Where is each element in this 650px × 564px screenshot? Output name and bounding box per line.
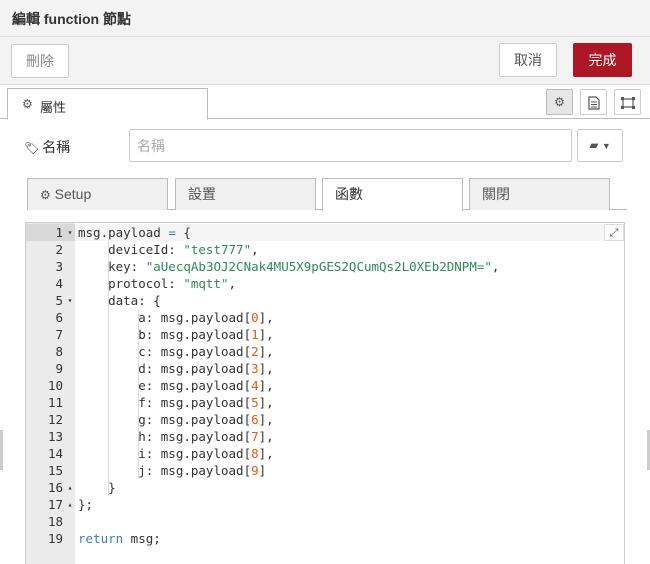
caret-down-icon: ▼ <box>601 141 611 151</box>
code-line: 18 <box>26 513 624 530</box>
description-icon <box>587 96 600 110</box>
code-text: a: msg.payload[0], <box>78 310 274 325</box>
code-line: 11 f: msg.payload[5], <box>26 394 624 411</box>
code-line: 19 return msg; <box>26 530 624 547</box>
tray-tabs: ⚙ 屬性 ⚙ <box>0 85 650 120</box>
name-label-text: 名稱 <box>42 139 71 155</box>
tag-icon: 🏷︎ <box>24 141 40 155</box>
code-text: c: msg.payload[2], <box>78 344 274 359</box>
code-text: return msg; <box>78 531 161 546</box>
code-text: } <box>78 480 116 495</box>
code-line: 5 ▾ data: { <box>26 292 624 309</box>
gear-icon: ⚙ <box>554 95 565 109</box>
code-line: 3 key: "aUecqAb3OJ2CNak4MU5X9pGES2QCumQs… <box>26 258 624 275</box>
gear-icon: ⚙ <box>22 97 33 111</box>
resize-handle-left[interactable] <box>0 430 3 470</box>
code-text: }; <box>78 497 94 512</box>
library-button[interactable]: ▰ ▼ <box>577 129 623 162</box>
line-number: 11 <box>47 395 63 410</box>
line-number: 3 <box>55 259 63 274</box>
code-line: 16 ▴ } <box>26 479 624 496</box>
name-input[interactable] <box>129 129 572 162</box>
tab-properties[interactable]: ⚙ 屬性 <box>7 88 208 120</box>
line-number: 14 <box>47 446 63 461</box>
code-text: b: msg.payload[1], <box>78 327 274 342</box>
code-line: 6 a: msg.payload[0], <box>26 309 624 326</box>
fold-open-icon[interactable]: ▾ <box>65 292 75 309</box>
line-number: 13 <box>47 429 63 444</box>
dialog-header: 編輯 function 節點 <box>0 0 650 37</box>
line-number: 5 <box>55 293 63 308</box>
line-number: 6 <box>55 310 63 325</box>
description-tab-button[interactable] <box>580 89 607 115</box>
appearance-tab-button[interactable] <box>614 89 641 115</box>
code-text: g: msg.payload[6], <box>78 412 274 427</box>
tab-properties-label: 屬性 <box>40 100 67 115</box>
dialog-toolbar: 刪除 取消 完成 <box>0 37 650 85</box>
function-tabs: ⚙ Setup 設置 函數 關閉 <box>27 178 627 211</box>
line-number: 10 <box>47 378 63 393</box>
code-line: 4 protocol: "mqtt", <box>26 275 624 292</box>
line-number: 1 <box>55 225 63 240</box>
tab-function[interactable]: 函數 <box>322 178 463 211</box>
code-line: 14 i: msg.payload[8], <box>26 445 624 462</box>
cancel-button[interactable]: 取消 <box>499 43 557 77</box>
line-number: 9 <box>55 361 63 376</box>
code-text: e: msg.payload[4], <box>78 378 274 393</box>
code-line: 2 deviceId: "test777", <box>26 241 624 258</box>
tab-close[interactable]: 關閉 <box>469 178 610 210</box>
name-form-row: 🏷︎名稱 ▰ ▼ <box>0 128 650 164</box>
name-label: 🏷︎ 名稱 <box>24 137 70 157</box>
dialog-title: 編輯 function 節點 <box>12 11 131 27</box>
code-line: 10 e: msg.payload[4], <box>26 377 624 394</box>
code-editor[interactable]: ⤢ 1 ▾ msg.payload = {2 deviceId: "test777"… <box>25 222 625 564</box>
code-text: key: "aUecqAb3OJ2CNak4MU5X9pGES2QCumQs2L… <box>78 259 500 274</box>
line-number: 2 <box>55 242 63 257</box>
line-number: 19 <box>47 531 63 546</box>
code-text: data: { <box>78 293 161 308</box>
code-text: i: msg.payload[8], <box>78 446 274 461</box>
line-number: 7 <box>55 327 63 342</box>
code-line: 1 ▾ msg.payload = { <box>26 224 624 241</box>
code-line: 9 d: msg.payload[3], <box>26 360 624 377</box>
line-number: 4 <box>55 276 63 291</box>
code-line: 12 g: msg.payload[6], <box>26 411 624 428</box>
line-number: 15 <box>47 463 63 478</box>
code-line: 8 c: msg.payload[2], <box>26 343 624 360</box>
line-number: 17 <box>47 497 63 512</box>
code-line: 15 j: msg.payload[9] <box>26 462 624 479</box>
code-text: j: msg.payload[9] <box>78 463 267 478</box>
delete-button[interactable]: 刪除 <box>11 44 69 78</box>
code-text: deviceId: "test777", <box>78 242 259 257</box>
tab-setup[interactable]: ⚙ Setup <box>27 178 168 210</box>
code-text: msg.payload = { <box>78 225 191 240</box>
tab-setup-label: Setup <box>54 186 92 202</box>
code-text: protocol: "mqtt", <box>78 276 237 291</box>
code-text: h: msg.payload[7], <box>78 429 274 444</box>
line-number: 8 <box>55 344 63 359</box>
fold-open-icon[interactable]: ▾ <box>65 224 75 241</box>
done-button[interactable]: 完成 <box>573 43 632 77</box>
tab-start[interactable]: 設置 <box>175 178 316 210</box>
settings-tab-button[interactable]: ⚙ <box>546 89 573 115</box>
appearance-icon <box>620 96 635 109</box>
code-line: 17 ▴}; <box>26 496 624 513</box>
line-number: 16 <box>47 480 63 495</box>
code-line: 13 h: msg.payload[7], <box>26 428 624 445</box>
code-line: 7 b: msg.payload[1], <box>26 326 624 343</box>
book-icon: ▰ <box>589 138 599 152</box>
fold-close-icon[interactable]: ▴ <box>65 496 75 513</box>
gear-icon: ⚙ <box>40 188 51 202</box>
code-text: f: msg.payload[5], <box>78 395 274 410</box>
code-text: d: msg.payload[3], <box>78 361 274 376</box>
line-number: 18 <box>47 514 63 529</box>
line-number: 12 <box>47 412 63 427</box>
fold-close-icon[interactable]: ▴ <box>65 479 75 496</box>
